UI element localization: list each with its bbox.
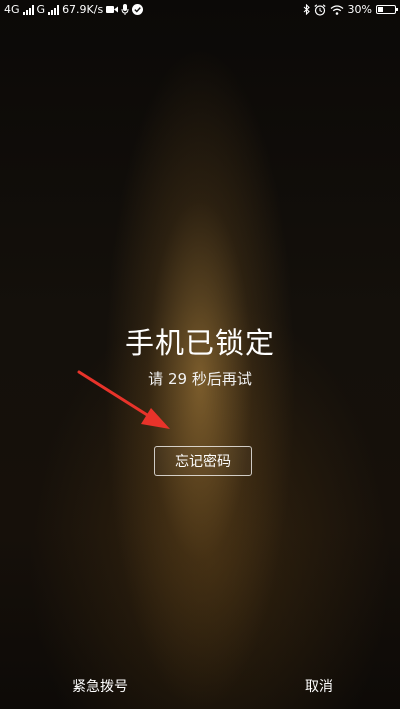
battery-level-fill [378,7,383,12]
signal-strength-icon [22,4,34,15]
signal-strength-icon-2 [48,4,60,15]
network-type-4g: 4G [4,3,20,16]
network-type-g: G [36,3,46,16]
lock-title: 手机已锁定 [124,326,275,360]
network-speed: 67.9K/s [62,3,104,16]
retry-countdown: 请 29 秒后再试 [0,368,400,389]
microphone-icon [121,4,129,15]
retry-suffix: 秒后再试 [187,370,252,388]
alarm-clock-icon [313,3,326,16]
bluetooth-icon [303,4,310,15]
status-bar-right: 30% [303,3,398,16]
status-bar: 4G G 67.9K/s 30% [0,0,400,20]
cancel-button[interactable]: 取消 [305,676,333,696]
video-camera-icon [106,5,119,14]
lock-screen: 4G G 67.9K/s 30% 手机已锁定 请 29 秒后再试 忘记密码 紧急… [0,0,400,709]
retry-prefix: 请 [148,370,168,388]
retry-seconds: 29 [167,370,188,388]
battery-icon [376,5,398,14]
wifi-icon [330,4,344,15]
check-circle-icon [132,4,144,15]
battery-percentage: 30% [347,3,372,16]
status-bar-left: 4G G 67.9K/s [4,3,144,16]
emergency-call-button[interactable]: 紧急拨号 [72,676,128,696]
forgot-password-button[interactable]: 忘记密码 [154,446,252,476]
